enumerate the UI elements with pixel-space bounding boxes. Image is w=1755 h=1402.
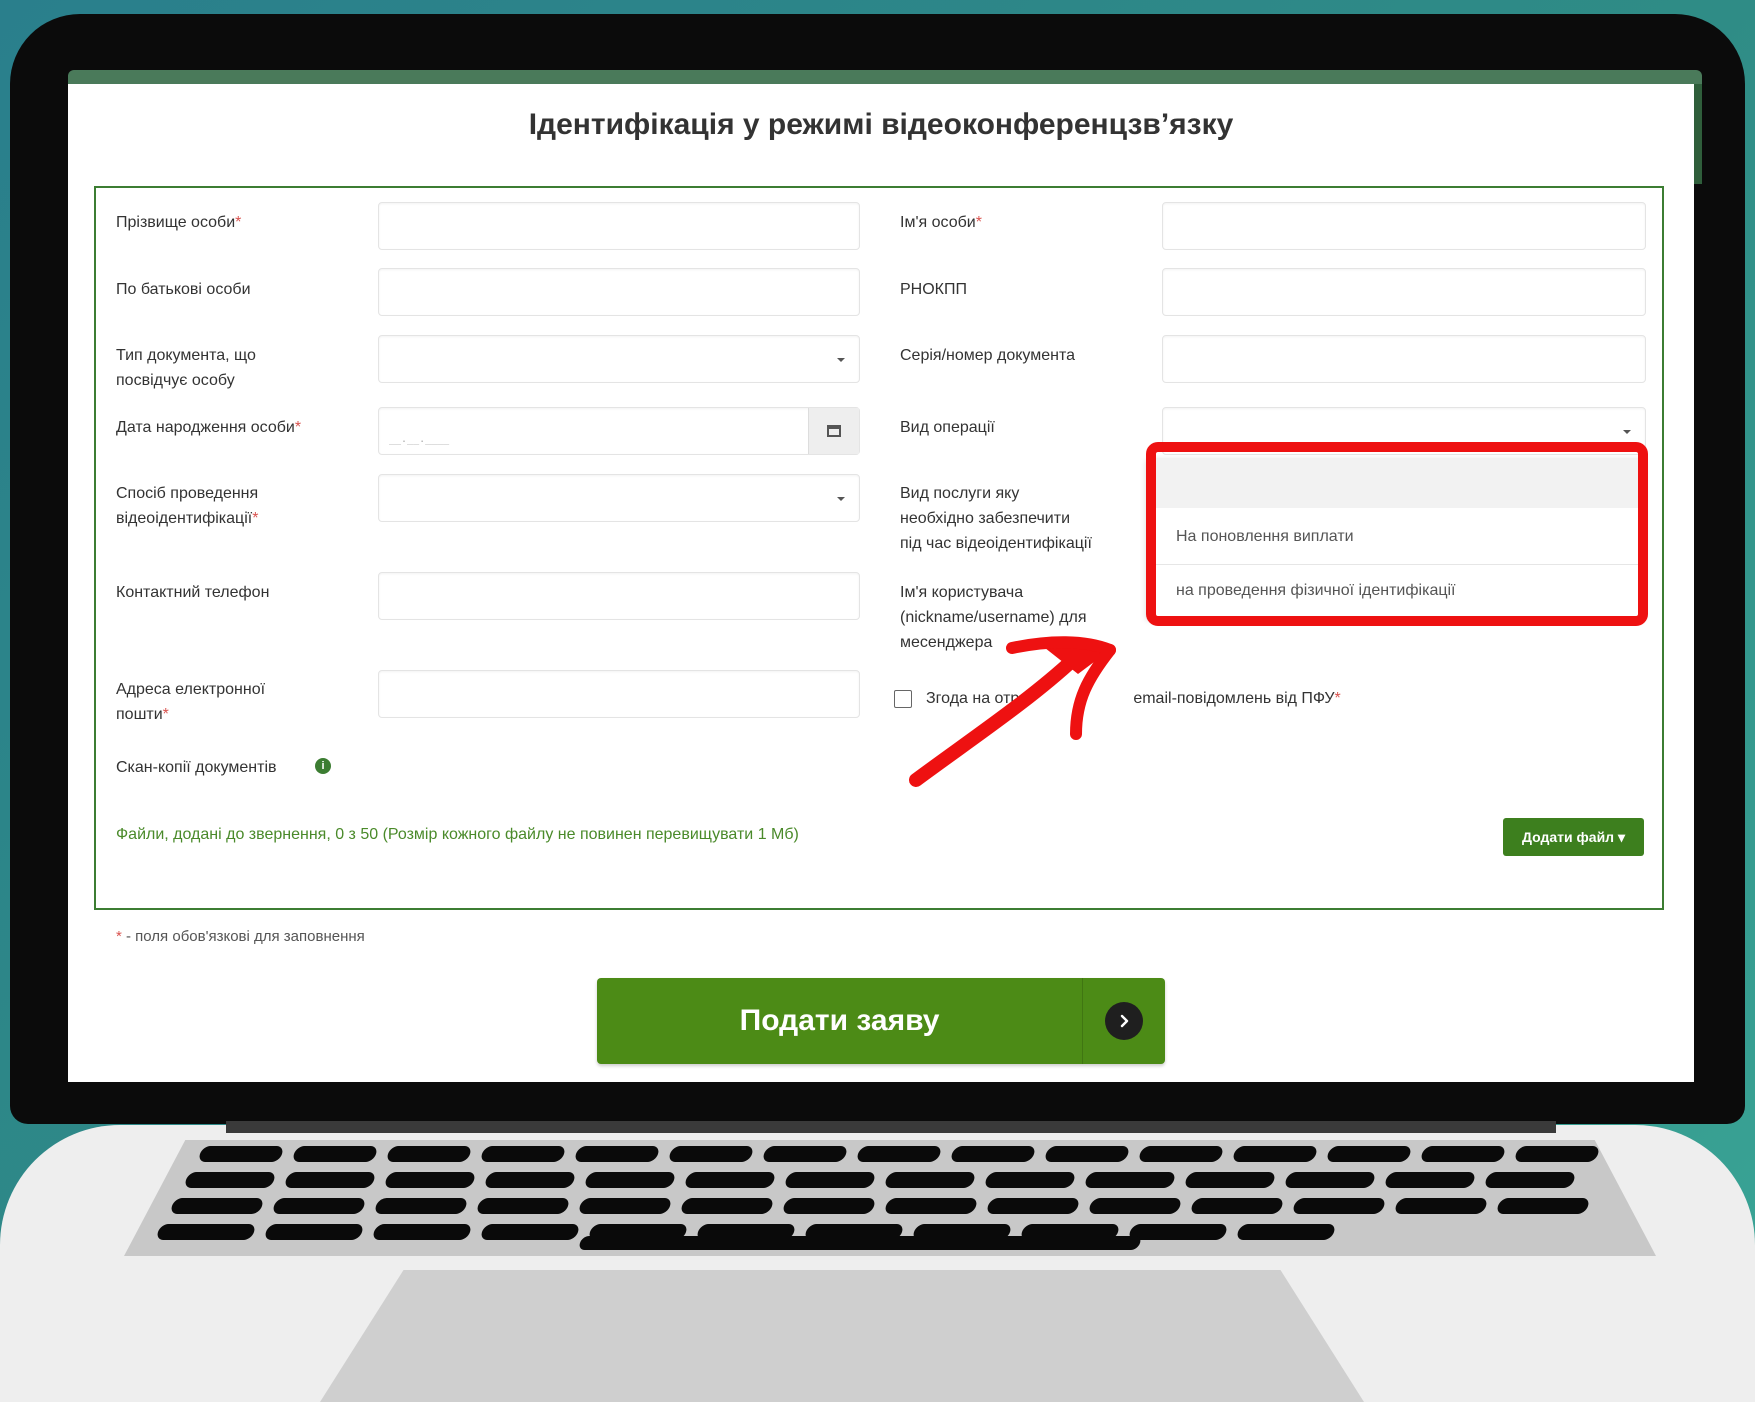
birth-date-input[interactable]: __.__.____: [378, 407, 860, 455]
keyboard-key: [577, 1198, 673, 1214]
keyboard-key: [385, 1146, 473, 1162]
surname-input[interactable]: [378, 202, 860, 250]
service-type-label: Вид послуги яку необхідно забезпечити пі…: [900, 485, 1092, 552]
video-method-label: Спосіб проведення відеоідентифікації*: [116, 485, 259, 527]
surname-label: Прізвище особи*: [116, 214, 242, 231]
date-mask: __.__.____: [389, 434, 450, 445]
keyboard-key: [983, 1172, 1077, 1188]
calendar-icon[interactable]: [808, 408, 859, 454]
keyboard-key: [1083, 1172, 1177, 1188]
operation-type-label: Вид операції: [900, 419, 995, 436]
first-name-input[interactable]: [1162, 202, 1646, 250]
keyboard-key: [479, 1224, 581, 1240]
keyboard-key: [1513, 1146, 1601, 1162]
doc-type-select[interactable]: [378, 335, 860, 383]
first-name-label: Ім'я особи*: [900, 214, 982, 231]
keyboard-key: [271, 1198, 367, 1214]
keyboard-key: [1087, 1198, 1183, 1214]
doc-number-input[interactable]: [1162, 335, 1646, 383]
screen-side-strip: [1694, 84, 1702, 184]
keyboard-key: [183, 1172, 277, 1188]
chevron-down-icon: [1623, 430, 1631, 434]
rnokpp-input[interactable]: [1162, 268, 1646, 316]
keyboard-key: [679, 1198, 775, 1214]
annotation-arrow-icon: [909, 636, 1116, 787]
phone-label: Контактний телефон: [116, 584, 270, 601]
annotation-highlight-box: [1146, 442, 1648, 626]
keyboard-key: [783, 1172, 877, 1188]
phone-input[interactable]: [378, 572, 860, 620]
keyboard-key: [855, 1146, 943, 1162]
submit-label: Подати заяву: [739, 1004, 940, 1037]
info-icon[interactable]: i: [315, 758, 331, 774]
chevron-down-icon: [837, 358, 845, 362]
add-file-button[interactable]: Додати файл ▾: [1503, 818, 1644, 856]
keyboard-key: [1137, 1146, 1225, 1162]
keyboard-key: [1325, 1146, 1413, 1162]
keyboard-key: [373, 1198, 469, 1214]
submit-button[interactable]: Подати заяву: [597, 978, 1165, 1064]
keyboard-key: [169, 1198, 265, 1214]
birth-date-label: Дата народження особи*: [116, 419, 302, 436]
keyboard-key: [1231, 1146, 1319, 1162]
keyboard-key: [197, 1146, 285, 1162]
keyboard-key: [291, 1146, 379, 1162]
keyboard-key: [483, 1172, 577, 1188]
scans-label: Скан-копії документів: [116, 759, 277, 776]
patronymic-input[interactable]: [378, 268, 860, 316]
files-note: Файли, додані до звернення, 0 з 50 (Розм…: [116, 826, 799, 843]
keyboard-key: [475, 1198, 571, 1214]
email-label: Адреса електронної пошти*: [116, 681, 266, 723]
keyboard-key: [479, 1146, 567, 1162]
chevron-right-icon: [1105, 1002, 1144, 1040]
rnokpp-label: РНОКПП: [900, 281, 967, 298]
email-input[interactable]: [378, 670, 860, 718]
required-note: * - поля обов'язкові для заповнення: [116, 928, 365, 945]
keyboard-key: [383, 1172, 477, 1188]
keyboard-key: [1419, 1146, 1507, 1162]
keyboard-key: [1127, 1224, 1229, 1240]
keyboard-key: [781, 1198, 877, 1214]
keyboard-key: [1189, 1198, 1285, 1214]
keyboard-key: [1235, 1224, 1337, 1240]
keyboard-key: [155, 1224, 257, 1240]
doc-number-label: Серія/номер документа: [900, 347, 1076, 364]
keyboard-key: [573, 1146, 661, 1162]
keyboard-key: [1483, 1172, 1577, 1188]
patronymic-label: По батькові особи: [116, 281, 251, 298]
keyboard-key: [1291, 1198, 1387, 1214]
keyboard-key: [1183, 1172, 1277, 1188]
keyboard-key: [883, 1172, 977, 1188]
keyboard-key: [667, 1146, 755, 1162]
keyboard-key: [263, 1224, 365, 1240]
keyboard-key: [371, 1224, 473, 1240]
video-method-select[interactable]: [378, 474, 860, 522]
keyboard-key: [683, 1172, 777, 1188]
keyboard-key: [1383, 1172, 1477, 1188]
keyboard-key: [283, 1172, 377, 1188]
laptop-trackpad: [320, 1270, 1364, 1402]
keyboard-key: [949, 1146, 1037, 1162]
keyboard-key: [985, 1198, 1081, 1214]
page-title: Ідентифікація у режимі відеоконференцзв’…: [528, 108, 1234, 141]
keyboard-key: [1043, 1146, 1131, 1162]
keyboard-spacebar: [577, 1236, 1143, 1250]
laptop-hinge: [226, 1121, 1556, 1133]
keyboard-key: [761, 1146, 849, 1162]
keyboard-key: [883, 1198, 979, 1214]
doc-type-label: Тип документа, що посвідчує особу: [116, 347, 256, 389]
keyboard-key: [583, 1172, 677, 1188]
keyboard-key: [1283, 1172, 1377, 1188]
chevron-down-icon: [837, 497, 845, 501]
keyboard-key: [1495, 1198, 1591, 1214]
keyboard-key: [1393, 1198, 1489, 1214]
